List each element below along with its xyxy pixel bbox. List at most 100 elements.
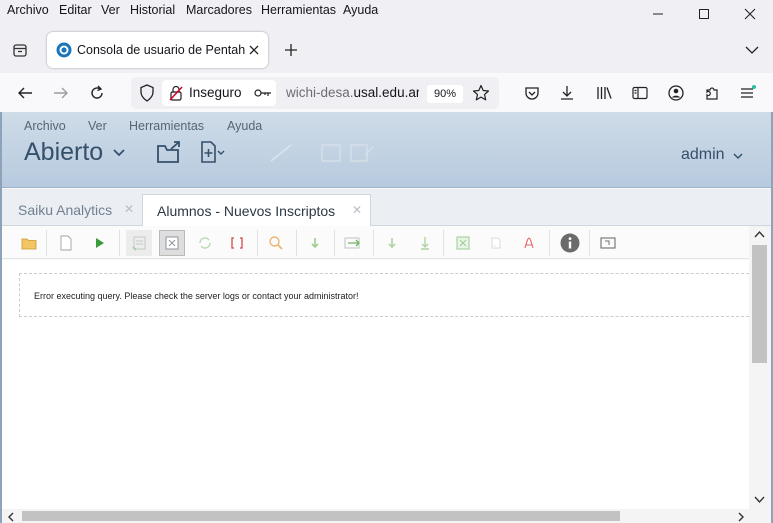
pocket-button[interactable] bbox=[521, 82, 543, 104]
zoom-indicator[interactable]: 90% bbox=[427, 85, 463, 103]
menu-archivo[interactable]: Archivo bbox=[7, 3, 49, 17]
pentaho-menu-herramientas[interactable]: Herramientas bbox=[129, 119, 204, 133]
sidebar-button[interactable] bbox=[629, 82, 651, 104]
pencil-icon bbox=[270, 144, 292, 162]
extensions-button[interactable] bbox=[701, 82, 723, 104]
svg-text:,: , bbox=[494, 241, 496, 248]
scroll-right-icon[interactable] bbox=[737, 512, 745, 522]
folder-icon bbox=[21, 238, 37, 250]
menu-ver[interactable]: Ver bbox=[101, 3, 120, 17]
back-button[interactable] bbox=[14, 82, 36, 104]
menu-herramientas[interactable]: Herramientas bbox=[261, 3, 336, 17]
close-icon bbox=[744, 8, 756, 20]
menu-historial[interactable]: Historial bbox=[130, 3, 175, 17]
save-button bbox=[318, 142, 344, 164]
drill-across-button[interactable] bbox=[412, 230, 438, 256]
security-label: Inseguro bbox=[189, 85, 242, 100]
magnifier-icon bbox=[269, 236, 283, 250]
scroll-down-icon[interactable] bbox=[754, 496, 765, 504]
menu-ayuda[interactable]: Ayuda bbox=[343, 3, 378, 17]
browser-tabstrip: Consola de usuario de Pentaho bbox=[0, 26, 773, 73]
horizontal-scroll-thumb[interactable] bbox=[22, 511, 620, 521]
minimize-button[interactable] bbox=[635, 3, 681, 25]
export-csv-button[interactable]: , bbox=[483, 230, 509, 256]
hamburger-menu-icon bbox=[741, 85, 756, 98]
fullscreen-button[interactable] bbox=[595, 230, 621, 256]
save-as-icon bbox=[350, 144, 374, 162]
list-all-tabs-button[interactable] bbox=[742, 40, 762, 60]
perspective-switcher[interactable]: Abierto bbox=[2, 112, 132, 188]
save-as-button bbox=[348, 142, 376, 164]
vertical-scrollbar[interactable] bbox=[749, 226, 771, 509]
plus-icon bbox=[285, 44, 297, 56]
bracket-icon bbox=[231, 237, 243, 249]
horizontal-scrollbar[interactable] bbox=[2, 509, 749, 523]
account-button[interactable] bbox=[665, 82, 687, 104]
library-button[interactable] bbox=[594, 82, 616, 104]
tracking-protection-button[interactable] bbox=[137, 83, 157, 103]
scroll-left-icon[interactable] bbox=[7, 512, 15, 522]
menu-marcadores[interactable]: Marcadores bbox=[186, 3, 252, 17]
toggle-sidebar-button[interactable] bbox=[192, 230, 218, 256]
export-xls-button[interactable] bbox=[450, 230, 476, 256]
scroll-up-icon[interactable] bbox=[754, 230, 765, 238]
browser-tab-active[interactable]: Consola de usuario de Pentaho bbox=[47, 32, 268, 68]
pentaho-menu-ayuda[interactable]: Ayuda bbox=[227, 119, 262, 133]
tab-overview-button[interactable] bbox=[10, 40, 30, 60]
toggle-fields-button[interactable] bbox=[159, 230, 185, 256]
open-folder-icon bbox=[157, 141, 180, 163]
save-icon bbox=[321, 144, 341, 162]
vertical-scroll-thumb[interactable] bbox=[752, 245, 767, 363]
pentaho-header: Archivo Ver Herramientas Ayuda Abierto a… bbox=[2, 112, 771, 188]
reload-button[interactable] bbox=[86, 82, 108, 104]
automatic-execution-button[interactable] bbox=[126, 230, 152, 256]
bookmark-star-button[interactable] bbox=[471, 83, 491, 103]
menu-editar[interactable]: Editar bbox=[59, 3, 92, 17]
drillthrough-button[interactable] bbox=[302, 230, 328, 256]
content-tabs: Saiku Analytics ✕ Alumnos - Nuevos Inscr… bbox=[2, 189, 771, 226]
tab-saiku-analytics[interactable]: Saiku Analytics bbox=[18, 202, 112, 218]
run-query-button[interactable] bbox=[86, 230, 112, 256]
new-query-button[interactable] bbox=[53, 230, 79, 256]
drill-down-button[interactable] bbox=[379, 230, 405, 256]
download-icon bbox=[561, 86, 573, 100]
tab-close-icon[interactable] bbox=[249, 45, 259, 55]
downloads-button[interactable] bbox=[556, 82, 578, 104]
permissions-button[interactable] bbox=[252, 83, 274, 103]
export-pdf-button[interactable] bbox=[516, 230, 542, 256]
info-icon bbox=[560, 233, 580, 253]
open-query-button[interactable] bbox=[16, 230, 42, 256]
chevron-down-icon bbox=[733, 153, 743, 160]
key-icon bbox=[254, 89, 271, 97]
csv-icon: , bbox=[491, 237, 501, 249]
saiku-toolbar: , bbox=[2, 226, 751, 259]
drill-across-icon bbox=[421, 237, 429, 250]
forward-button[interactable] bbox=[50, 82, 72, 104]
puzzle-icon bbox=[706, 87, 718, 100]
tab-alumnos-close-icon[interactable]: ✕ bbox=[352, 203, 362, 217]
play-icon bbox=[96, 238, 104, 248]
swap-axis-button[interactable] bbox=[340, 230, 366, 256]
user-menu[interactable]: admin bbox=[677, 140, 757, 168]
tab-alumnos-nuevos-inscriptos[interactable]: Alumnos - Nuevos Inscriptos ✕ bbox=[142, 194, 371, 226]
zoom-mode-button[interactable] bbox=[263, 230, 289, 256]
tab-groups-icon bbox=[13, 44, 27, 57]
screen-icon bbox=[600, 237, 616, 249]
new-tab-button[interactable] bbox=[281, 40, 301, 60]
url-bar[interactable]: Inseguro wichi-desa.usal.edu.ar 90% bbox=[131, 77, 499, 109]
app-menu-button[interactable] bbox=[737, 82, 759, 104]
error-box: Error executing query. Please check the … bbox=[19, 273, 759, 317]
swap-axis-icon bbox=[344, 237, 360, 249]
open-file-button[interactable] bbox=[154, 138, 186, 166]
tab-saiku-close-icon[interactable]: ✕ bbox=[124, 202, 134, 216]
query-info-button[interactable] bbox=[557, 230, 583, 256]
close-window-button[interactable] bbox=[727, 3, 773, 25]
error-message: Error executing query. Please check the … bbox=[34, 291, 359, 301]
blank-document-icon bbox=[60, 235, 72, 251]
new-file-button[interactable] bbox=[198, 138, 228, 166]
hide-parents-button[interactable] bbox=[224, 230, 250, 256]
tab-title: Consola de usuario de Pentaho bbox=[77, 43, 245, 57]
pentaho-favicon-icon bbox=[56, 42, 72, 58]
reload-icon bbox=[91, 85, 103, 99]
maximize-button[interactable] bbox=[681, 3, 727, 25]
